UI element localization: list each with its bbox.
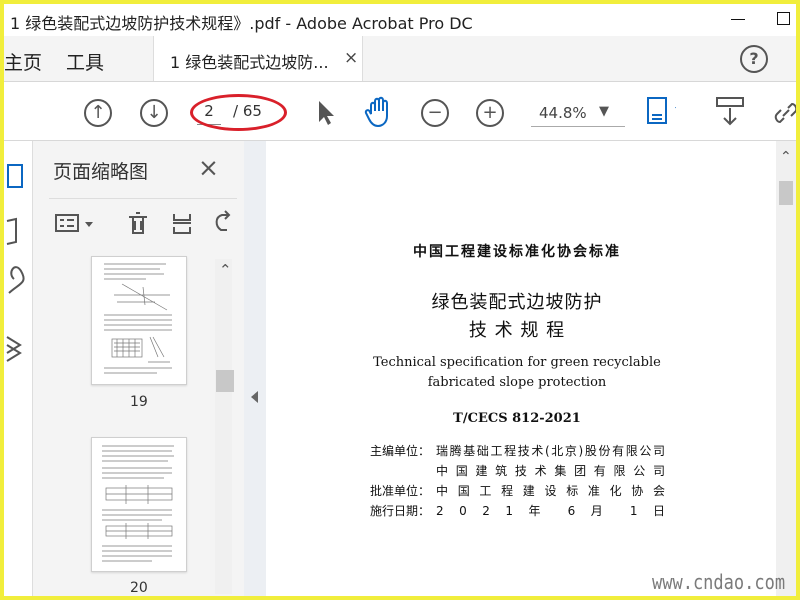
help-icon[interactable]: ? (740, 45, 768, 73)
info-value: 2 0 2 1 年 6 月 1 日 (436, 504, 665, 518)
chinese-title-line-2: 技 术 规 程 (468, 320, 566, 341)
thumbnail-tool-icons (55, 210, 231, 234)
watermark: www.cndao.com (652, 570, 786, 594)
chinese-title-line-1: 绿色装配式边坡防护 (431, 292, 603, 313)
info-value: 中国工程建设标准化协会 (436, 484, 665, 498)
attachment-icon[interactable] (8, 266, 25, 294)
toolbar: ↑ ↓ 2 / 65 − + 44.8% ▼ (4, 82, 796, 141)
document-scrollbar[interactable]: ⌃ (776, 141, 796, 596)
info-row: 施行日期： 2 0 2 1 年 6 月 1 日 (370, 501, 665, 521)
link-icon (774, 102, 796, 124)
info-row: 批准单位： 中国工程建设标准化协会 (370, 481, 665, 501)
english-title-line-1: Technical specification for green recycl… (373, 355, 661, 370)
thumbnail-toolbar (49, 198, 237, 249)
minus-icon: − (421, 99, 449, 127)
info-label: 批准单位： (370, 484, 431, 498)
info-value: 中国建筑技术集团有限公司 (436, 464, 665, 478)
info-row: 主编单位： 瑞腾基础工程技术(北京)股份有限公司 (370, 441, 665, 461)
title-bar: 1 绿色装配式边坡防护技术规程》.pdf - Adobe Acrobat Pro… (4, 4, 796, 36)
window-title: 1 绿色装配式边坡防护技术规程》.pdf - Adobe Acrobat Pro… (10, 14, 473, 33)
rotate-icon[interactable] (215, 210, 231, 231)
zoom-out-button[interactable]: − (419, 97, 451, 129)
info-label: 主编单位： (370, 444, 431, 458)
zoom-select[interactable]: 44.8% ▼ (531, 102, 625, 127)
standard-header: 中国工程建设标准化协会标准 (413, 244, 621, 260)
arrow-down-icon: ↓ (140, 99, 168, 127)
page-thumbnails-panel: 页面缩略图 × 19 20 ⌃ (33, 141, 245, 596)
info-row: 中国建筑技术集团有限公司 (370, 461, 665, 481)
panel-collapse-rail[interactable] (244, 141, 266, 596)
acrobat-window: 1 绿色装配式边坡防护技术规程》.pdf - Adobe Acrobat Pro… (4, 4, 796, 596)
page-thumbnails-icon[interactable] (7, 164, 23, 188)
info-label: 施行日期： (370, 504, 431, 518)
standard-info: 主编单位： 瑞腾基础工程技术(北京)股份有限公司 中国建筑技术集团有限公司 批准单… (370, 441, 665, 521)
thumbnail-page-number: 20 (130, 580, 148, 596)
page-display-button[interactable] (644, 96, 676, 128)
hand-tool-button[interactable] (363, 96, 395, 128)
page-fit-icon (647, 97, 676, 124)
layers-icon[interactable] (6, 336, 22, 362)
chevron-down-icon[interactable] (85, 222, 93, 227)
download-icon (716, 97, 744, 126)
info-value: 瑞腾基础工程技术(北京)股份有限公司 (436, 444, 665, 458)
thumbnails-panel-title: 页面缩略图 (53, 161, 149, 183)
delete-icon[interactable] (129, 212, 147, 234)
previous-page-button[interactable]: ↑ (82, 97, 114, 129)
minimize-button[interactable] (728, 8, 750, 30)
split-page-icon[interactable] (173, 214, 191, 234)
tab-bar: 主页 工具 1 绿色装配式边坡防... × ? (4, 36, 796, 82)
document-tab[interactable]: 1 绿色装配式边坡防... × (153, 36, 363, 81)
page-19-preview (104, 263, 172, 374)
close-thumbnails-button[interactable]: × (198, 153, 219, 182)
scroll-up-icon[interactable]: ⌃ (219, 261, 232, 279)
chevron-down-icon: ▼ (599, 104, 609, 119)
maximize-button[interactable] (774, 8, 796, 30)
tools-tab[interactable]: 工具 (66, 48, 104, 75)
download-button[interactable] (714, 96, 746, 128)
plus-icon: + (476, 99, 504, 127)
cursor-icon (319, 101, 334, 125)
scroll-up-icon[interactable]: ⌃ (780, 149, 792, 165)
select-tool-button[interactable] (310, 97, 342, 129)
thumbnail-page-20[interactable] (91, 437, 187, 572)
bookmark-icon[interactable] (6, 217, 17, 245)
english-title: Technical specification for green recycl… (266, 353, 768, 393)
english-title-line-2: fabricated slope protection (427, 375, 607, 390)
thumbnail-page-19[interactable] (91, 256, 187, 385)
thumbnail-scrollbar-track[interactable] (215, 259, 232, 594)
red-annotation-circle (190, 94, 287, 131)
document-tab-label: 1 绿色装配式边坡防... (170, 53, 329, 72)
thumbnail-page-number: 19 (130, 394, 148, 410)
thumbnail-scrollbar-thumb[interactable] (216, 370, 234, 392)
navigation-icons (6, 164, 25, 362)
zoom-in-button[interactable]: + (474, 97, 506, 129)
chinese-title: 绿色装配式边坡防护 技 术 规 程 (266, 289, 768, 345)
document-scrollbar-thumb[interactable] (779, 181, 793, 205)
options-icon[interactable] (55, 214, 79, 232)
arrow-up-icon: ↑ (84, 99, 112, 127)
page-20-preview (102, 445, 174, 562)
left-navigation-rail (4, 141, 33, 596)
close-tab-button[interactable]: × (344, 48, 358, 68)
collapse-left-icon (251, 391, 258, 403)
standard-code: T/CECS 812-2021 (453, 411, 581, 426)
link-button[interactable] (770, 97, 796, 129)
home-tab[interactable]: 主页 (4, 48, 42, 75)
pdf-page: 中国工程建设标准化协会标准 绿色装配式边坡防护 技 术 规 程 Technica… (266, 141, 796, 596)
zoom-value: 44.8% (539, 104, 587, 122)
next-page-button[interactable]: ↓ (138, 97, 170, 129)
hand-icon (364, 96, 388, 128)
